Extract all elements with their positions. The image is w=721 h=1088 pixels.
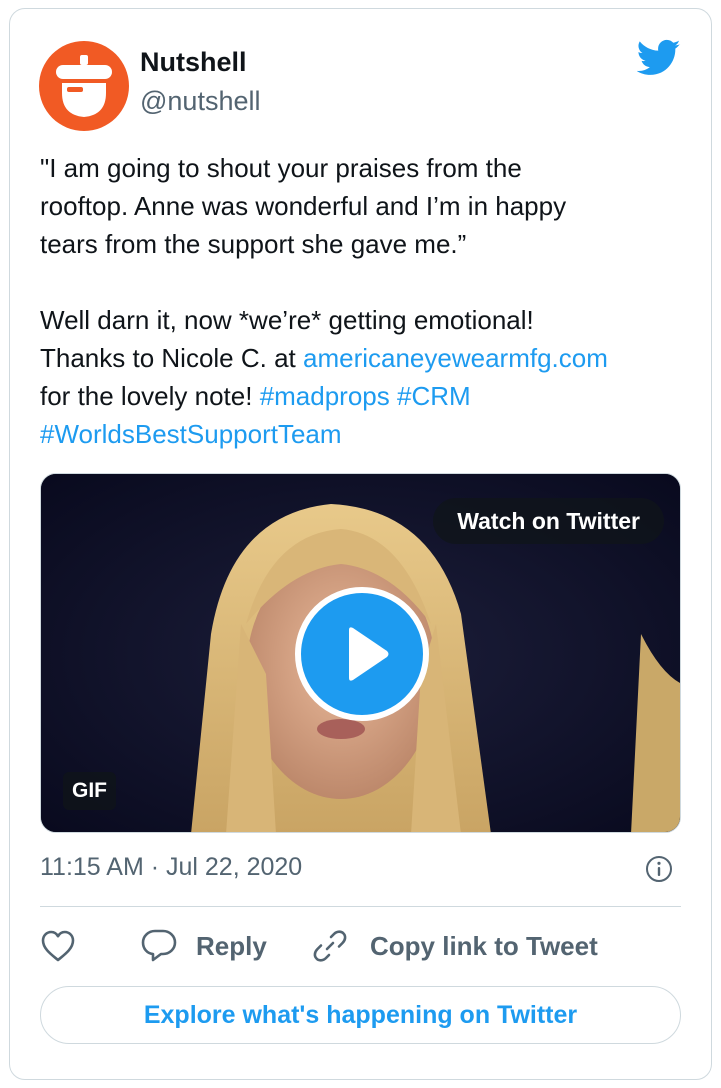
reply-button[interactable]: Reply <box>140 924 267 968</box>
quote-line-1: "I am going to shout your praises from t… <box>40 153 522 183</box>
info-icon[interactable] <box>645 855 673 883</box>
copy-link-label: Copy link to Tweet <box>370 930 598 961</box>
note-prefix: for the lovely note! <box>40 381 260 411</box>
quote-line-2: rooftop. Anne was wonderful and I’m in h… <box>40 191 567 221</box>
website-link[interactable]: americaneyewearmfg.com <box>303 343 608 373</box>
play-button[interactable] <box>295 587 429 721</box>
like-button[interactable] <box>40 924 76 968</box>
watch-on-twitter-button[interactable]: Watch on Twitter <box>433 498 664 544</box>
hashtag-worlds-best-support-team[interactable]: #WorldsBestSupportTeam <box>40 419 342 449</box>
gif-media[interactable]: Watch on Twitter GIF <box>40 473 681 833</box>
reply-bubble-icon <box>141 929 177 962</box>
author-name[interactable]: Nutshell <box>140 47 247 78</box>
tweet-card: Nutshell @nutshell "I am going to shout … <box>9 8 712 1080</box>
play-icon <box>349 627 389 681</box>
text-line-thanks: Thanks to Nicole C. at americaneyewearmf… <box>40 339 690 377</box>
copy-link-button[interactable]: Copy link to Tweet <box>312 924 598 968</box>
gif-badge: GIF <box>63 772 116 810</box>
author-handle[interactable]: @nutshell <box>140 86 260 117</box>
divider <box>40 906 681 907</box>
hashtag-crm[interactable]: #CRM <box>397 381 471 411</box>
hashtag-madprops[interactable]: #madprops <box>260 381 390 411</box>
reply-label: Reply <box>196 930 267 961</box>
nutshell-acorn-logo <box>56 55 112 117</box>
text-line-emotional: Well darn it, now *we’re* getting emotio… <box>40 305 534 335</box>
link-icon <box>313 930 347 962</box>
twitter-bird-icon[interactable] <box>637 39 681 77</box>
quote-line-3: tears from the support she gave me.” <box>40 229 467 259</box>
tweet-text: "I am going to shout your praises from t… <box>40 149 690 453</box>
heart-icon <box>41 930 75 962</box>
text-line-hashtag-team: #WorldsBestSupportTeam <box>40 415 690 453</box>
text-line-note: for the lovely note! #madprops #CRM <box>40 377 690 415</box>
tweet-timestamp[interactable]: 11:15 AM · Jul 22, 2020 <box>40 853 302 882</box>
explore-button[interactable]: Explore what's happening on Twitter <box>40 986 681 1044</box>
avatar[interactable] <box>39 41 129 131</box>
thanks-prefix: Thanks to Nicole C. at <box>40 343 303 373</box>
